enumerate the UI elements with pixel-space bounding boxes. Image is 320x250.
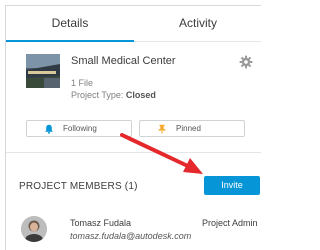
project-type-value: Closed — [125, 90, 156, 100]
tab-details[interactable]: Details — [6, 6, 134, 42]
section-divider — [6, 152, 261, 153]
member-role: Project Admin — [202, 218, 258, 228]
project-type-label: Project Type: — [71, 90, 126, 100]
pinned-button[interactable]: Pinned — [139, 120, 245, 137]
bell-icon — [44, 124, 54, 134]
project-thumbnail — [26, 54, 60, 88]
member-name: Tomasz Fudala — [70, 218, 132, 228]
avatar — [21, 216, 47, 242]
pin-icon — [157, 124, 167, 134]
tab-activity[interactable]: Activity — [134, 6, 261, 42]
pinned-label: Pinned — [176, 124, 201, 133]
project-type: Project Type: Closed — [71, 90, 156, 100]
member-email: tomasz.fudala@autodesk.com — [70, 231, 192, 241]
project-members-header: PROJECT MEMBERS (1) — [19, 181, 138, 192]
tab-bar: Details Activity — [6, 6, 261, 42]
file-count: 1 File — [71, 78, 94, 88]
settings-gear-icon[interactable] — [239, 55, 253, 69]
project-details-panel: Details Activity Small Medical Center 1 … — [5, 5, 261, 250]
invite-button[interactable]: Invite — [204, 176, 260, 195]
project-title: Small Medical Center — [71, 55, 176, 67]
active-tab-indicator — [6, 40, 134, 42]
following-label: Following — [63, 124, 97, 133]
following-button[interactable]: Following — [26, 120, 132, 137]
